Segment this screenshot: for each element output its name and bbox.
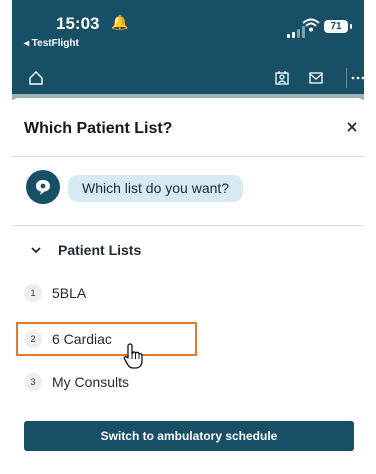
- section-divider: [12, 225, 364, 226]
- top-toolbar: [12, 60, 364, 96]
- back-to-app-link[interactable]: ◂ TestFlight: [24, 38, 79, 49]
- chevron-down-icon: [31, 247, 41, 254]
- sheet-title: Which Patient List?: [24, 120, 173, 137]
- bell-icon: 🔔: [111, 14, 129, 30]
- item-label: 5BLA: [52, 285, 87, 301]
- item-number: 1: [24, 284, 42, 302]
- list-item-my-consults[interactable]: 3 My Consults: [24, 367, 344, 397]
- phone-screen: 15:03 🔔 ◂ TestFlight 71 Which Patient Li…: [12, 0, 364, 474]
- close-icon[interactable]: [344, 119, 360, 135]
- status-time: 15:03: [56, 14, 100, 33]
- wifi-icon: [302, 18, 320, 32]
- item-label: My Consults: [52, 374, 130, 390]
- status-bar: 15:03 🔔 ◂ TestFlight 71: [12, 0, 364, 60]
- battery-indicator: 71: [324, 20, 352, 33]
- item-label: 6 Cardiac: [52, 331, 112, 347]
- item-number: 2: [24, 330, 42, 348]
- chat-bot-icon: [26, 170, 60, 204]
- switch-ambulatory-button[interactable]: Switch to ambulatory schedule: [24, 421, 354, 451]
- patient-list-sheet: Which Patient List? Which list do you wa…: [12, 98, 364, 474]
- list-item-5bla[interactable]: 1 5BLA: [24, 278, 344, 308]
- battery-level: 71: [330, 21, 342, 32]
- message-icon[interactable]: [302, 64, 330, 92]
- patient-icon[interactable]: [268, 64, 296, 92]
- hand-cursor-icon: [123, 343, 143, 369]
- header-divider: [12, 156, 364, 157]
- home-icon[interactable]: [22, 64, 50, 92]
- more-icon[interactable]: [344, 64, 364, 92]
- list-item-6-cardiac[interactable]: 2 6 Cardiac: [24, 324, 344, 354]
- section-label: Patient Lists: [58, 242, 142, 258]
- patient-lists-toggle[interactable]: Patient Lists: [24, 240, 141, 260]
- chat-prompt-bubble: Which list do you want?: [68, 175, 244, 202]
- item-number: 3: [24, 373, 42, 391]
